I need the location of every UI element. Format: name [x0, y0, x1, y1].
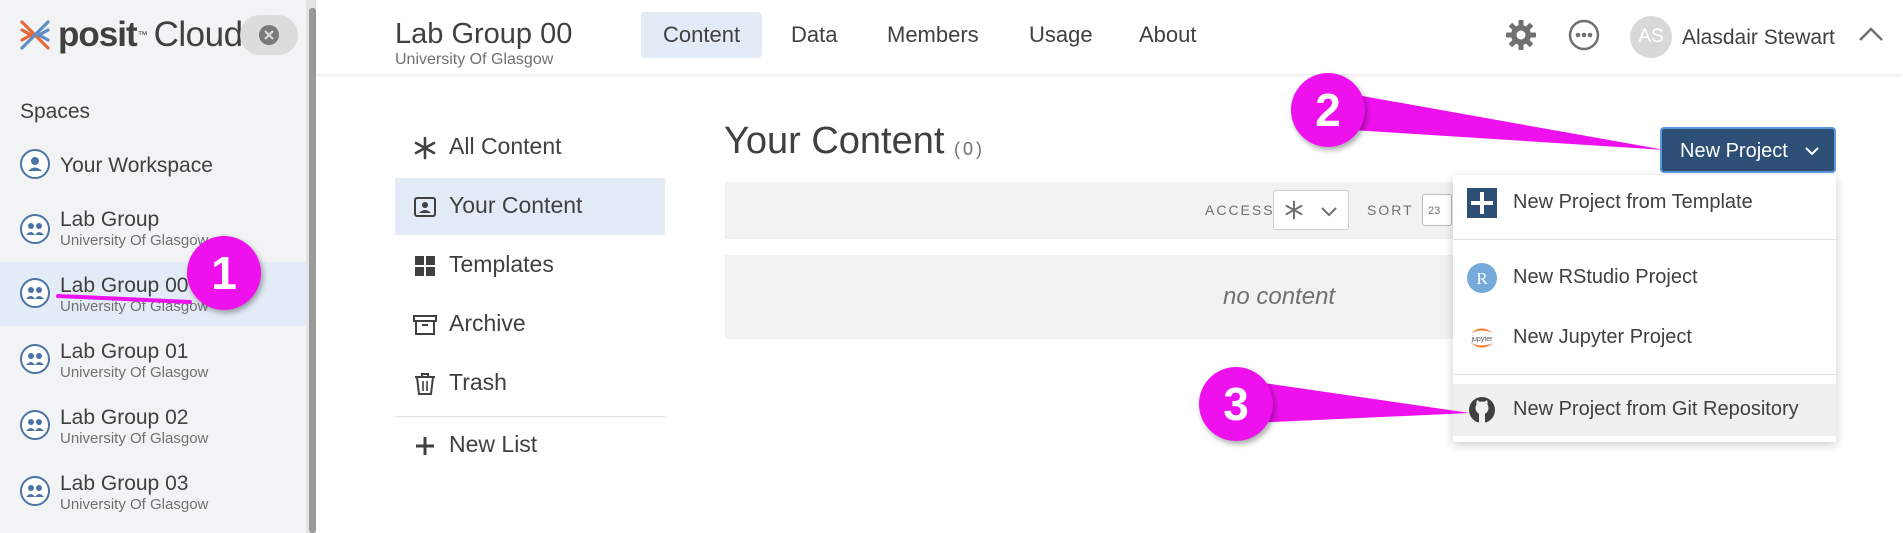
access-label: ACCESS — [1205, 202, 1275, 218]
filter-bar: ACCESS SORT 23 — [725, 182, 1455, 239]
sidebar-item-lab-group-03[interactable]: Lab Group 03 University Of Glasgow — [0, 460, 306, 524]
nav-label: Trash — [449, 369, 507, 395]
space-org: University Of Glasgow — [60, 232, 209, 249]
nav-new-list[interactable]: New List — [395, 417, 665, 474]
group-icon — [20, 476, 50, 506]
page-subtitle-org: University Of Glasgow — [395, 51, 554, 68]
new-project-menu: New Project from Template R New RStudio … — [1453, 175, 1836, 442]
space-name: Lab Group — [60, 208, 160, 231]
asterisk-icon — [1285, 200, 1303, 220]
nav-templates[interactable]: Templates — [395, 237, 665, 294]
calendar-sort-number: 23 — [1428, 205, 1441, 217]
person-card-icon — [414, 197, 436, 217]
empty-state-text: no content — [1223, 283, 1336, 310]
group-icon — [20, 214, 50, 244]
close-icon — [259, 25, 279, 45]
tab-members[interactable]: Members — [865, 12, 1001, 58]
nav-label: Templates — [449, 251, 554, 277]
asterisk-icon — [414, 136, 436, 160]
nav-your-content[interactable]: Your Content — [395, 178, 665, 235]
space-name: Lab Group 01 — [60, 340, 189, 363]
archive-box-icon — [413, 315, 437, 335]
user-name[interactable]: Alasdair Stewart — [1682, 26, 1835, 50]
space-org: University Of Glasgow — [60, 496, 209, 513]
person-icon — [20, 149, 50, 179]
plus-icon — [416, 437, 434, 455]
menu-item-project-from-template[interactable]: New Project from Template — [1453, 177, 1836, 229]
brand-name-light: Cloud — [153, 15, 243, 54]
template-plus-icon — [1467, 188, 1497, 218]
nav-label: New List — [449, 431, 538, 457]
close-sidebar-button[interactable] — [240, 15, 298, 55]
chevron-down-icon — [1321, 207, 1337, 217]
menu-divider — [1453, 239, 1836, 240]
content-heading: Your Content — [724, 120, 945, 162]
group-icon — [20, 278, 50, 308]
github-icon — [1469, 397, 1495, 423]
sidebar-item-lab-group-02[interactable]: Lab Group 02 University Of Glasgow — [0, 394, 306, 458]
more-options-icon[interactable] — [1567, 18, 1601, 52]
space-name: Lab Group 03 — [60, 472, 189, 495]
jupyter-icon: jupyter — [1470, 328, 1493, 348]
space-org: University Of Glasgow — [60, 430, 209, 447]
annotation-badge-2: 2 — [1291, 73, 1365, 147]
new-project-button[interactable]: New Project — [1660, 127, 1836, 173]
trash-icon — [415, 373, 435, 395]
annotation-badge-1: 1 — [187, 236, 261, 310]
nav-all-content[interactable]: All Content — [395, 119, 665, 176]
gear-icon[interactable] — [1504, 18, 1538, 52]
chevron-down-icon — [1805, 147, 1819, 156]
brand-name-bold: posit — [58, 15, 138, 54]
space-name: Lab Group 00 — [60, 274, 189, 297]
sort-label: SORT — [1367, 202, 1414, 218]
menu-item-new-jupyter-project[interactable]: jupyter New Jupyter Project — [1453, 312, 1836, 364]
templates-grid-icon — [415, 256, 435, 276]
content-count: (0) — [954, 139, 985, 159]
tab-data[interactable]: Data — [769, 12, 859, 58]
menu-item-label: New Project from Template — [1513, 191, 1753, 213]
posit-cloud-logo[interactable]: posit ™ Cloud — [18, 12, 243, 58]
space-name: Your Workspace — [60, 154, 213, 177]
menu-item-project-from-git[interactable]: New Project from Git Repository — [1453, 384, 1836, 436]
calendar-sort-icon[interactable]: 23 — [1422, 194, 1452, 226]
tab-usage[interactable]: Usage — [1007, 12, 1115, 58]
menu-divider — [1453, 374, 1836, 375]
empty-content-panel: no content — [725, 255, 1455, 339]
rstudio-icon-letter: R — [1476, 269, 1488, 288]
group-icon — [20, 410, 50, 440]
new-project-label: New Project — [1680, 140, 1788, 162]
menu-item-label: New RStudio Project — [1513, 266, 1698, 288]
nav-archive[interactable]: Archive — [395, 296, 665, 353]
jupyter-icon-wordmark: jupyter — [1470, 336, 1493, 343]
posit-logo-icon — [20, 20, 50, 50]
spaces-heading: Spaces — [20, 100, 91, 123]
sidebar-item-lab-group[interactable]: Lab Group University Of Glasgow — [0, 198, 306, 262]
space-org: University Of Glasgow — [60, 364, 209, 381]
sidebar-item-your-workspace[interactable]: Your Workspace — [0, 134, 306, 198]
arrow-annotation-2 — [1340, 92, 1665, 150]
annotation-badge-3: 3 — [1199, 367, 1273, 441]
group-icon — [20, 344, 50, 374]
menu-item-label: New Jupyter Project — [1513, 326, 1692, 348]
menu-item-new-rstudio-project[interactable]: R New RStudio Project — [1453, 252, 1836, 304]
page-title: Lab Group 00 — [395, 18, 573, 50]
arrow-annotation-3 — [1243, 380, 1470, 423]
menu-item-label: New Project from Git Repository — [1513, 398, 1799, 420]
nav-label: Archive — [449, 310, 526, 336]
space-name: Lab Group 02 — [60, 406, 189, 429]
tab-about[interactable]: About — [1117, 12, 1219, 58]
avatar[interactable]: AS — [1630, 16, 1672, 58]
rstudio-icon: R — [1467, 263, 1497, 293]
tab-content[interactable]: Content — [641, 12, 763, 58]
chevron-up-icon[interactable] — [1857, 25, 1885, 43]
access-filter-select[interactable] — [1273, 190, 1349, 230]
nav-label: All Content — [449, 133, 562, 159]
nav-label: Your Content — [449, 192, 583, 218]
trademark: ™ — [137, 29, 148, 41]
space-org: University Of Glasgow — [60, 298, 209, 315]
sidebar-item-lab-group-01[interactable]: Lab Group 01 University Of Glasgow — [0, 328, 306, 392]
sidebar-scrollbar-thumb[interactable] — [309, 8, 316, 533]
nav-trash[interactable]: Trash — [395, 355, 665, 412]
